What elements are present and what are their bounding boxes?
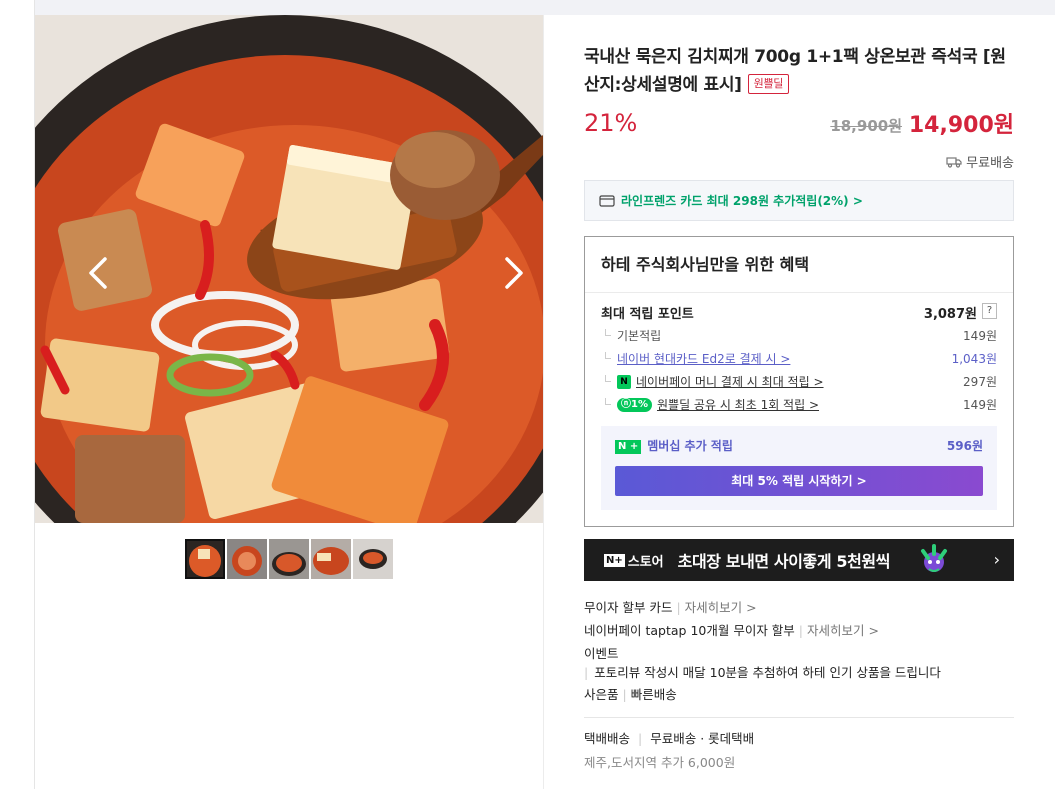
product-info: 국내산 묵은지 김치찌개 700g 1+1팩 상온보관 즉석국 [원산지:상세설… (584, 15, 1014, 770)
points-row-hyundai-card[interactable]: 네이버 현대카드 Ed2로 결제 시 > 1,043원 (605, 350, 997, 368)
max-points-label: 최대 적립 포인트 (601, 307, 694, 322)
tree-branch-icon (605, 375, 611, 382)
tree-branch-icon (605, 352, 611, 359)
points-help-button[interactable]: ? (982, 303, 997, 319)
mascot-icon (921, 544, 947, 572)
gift-label: 사은품 (584, 687, 619, 702)
separator: | (676, 600, 681, 615)
truck-icon (946, 156, 962, 168)
event-text-row: | 포토리뷰 작성시 매달 10분을 추첨하여 하테 인기 상품을 드립니다 (584, 663, 1014, 683)
separator: | (584, 665, 589, 680)
max-points-row: 최대 적립 포인트 3,087원 ? (601, 303, 997, 323)
points-row-share[interactable]: ⓝ1% 원쁠딜 공유 시 최초 1회 적립 > 149원 (605, 396, 997, 414)
chevron-right-icon: › (993, 550, 1000, 569)
free-shipping: 무료배송 (946, 152, 1014, 171)
points-row-basic: 기본적립 149원 (605, 327, 997, 345)
thumbnail-3[interactable] (269, 539, 309, 579)
chevron-left-icon (89, 257, 107, 289)
taptap-label: 네이버페이 taptap 10개월 무이자 할부 (584, 623, 795, 638)
installment-more-link[interactable]: 자세히보기 > (685, 600, 757, 615)
points-row-value: 1,043원 (951, 352, 997, 366)
naver-plus-icon: N + (615, 440, 642, 454)
taptap-more-link[interactable]: 자세히보기 > (807, 623, 879, 638)
sale-price: 14,900원 (908, 113, 1014, 138)
membership-panel: N + 멤버십 추가 적립 596원 최대 5% 적립 시작하기 > (601, 426, 997, 510)
delivery-text: 무료배송 · 롯데택배 (650, 731, 755, 746)
card-promo-link[interactable]: 라인프렌즈 카드 최대 298원 추가적립(2%) > (584, 180, 1014, 221)
delivery-label: 택배배송 (584, 731, 631, 746)
product-title-text: 국내산 묵은지 김치찌개 700g 1+1팩 상온보관 즉석국 [원산지:상세설… (584, 47, 1006, 95)
details-divider (584, 717, 1014, 718)
card-promo-text: 라인프렌즈 카드 최대 298원 추가적립(2%) > (621, 194, 863, 208)
benefit-box: 하테 주식회사님만을 위한 혜택 최대 적립 포인트 3,087원 ? 기본적립… (584, 236, 1014, 527)
installment-row: 무이자 할부 카드 | 자세히보기 > (584, 596, 1014, 619)
event-text: 포토리뷰 작성시 매달 10분을 추첨하여 하테 인기 상품을 드립니다 (594, 665, 941, 680)
separator: | (622, 687, 627, 702)
event-label: 이벤트 (584, 646, 619, 661)
discount-rate: 21% (584, 109, 638, 137)
naver-plus-store-icon: N+ (604, 553, 625, 567)
thumbnail-2[interactable] (227, 539, 267, 579)
chevron-right-icon (505, 257, 523, 289)
membership-label: 멤버십 추가 적립 (647, 439, 733, 453)
membership-start-button[interactable]: 최대 5% 적립 시작하기 > (615, 466, 983, 496)
installment-label: 무이자 할부 카드 (584, 600, 673, 615)
points-row-npay-money[interactable]: N 네이버페이 머니 결제 시 최대 적립 > 297원 (605, 373, 997, 391)
thumbnail-5[interactable] (353, 539, 393, 579)
product-page: 국내산 묵은지 김치찌개 700g 1+1팩 상온보관 즉석국 [원산지:상세설… (0, 0, 1055, 789)
main-product-image (35, 15, 543, 523)
credit-card-icon (599, 194, 615, 207)
thumbnail-1[interactable] (185, 539, 225, 579)
next-image-button[interactable] (497, 253, 529, 293)
separator: | (798, 623, 804, 638)
original-price: 18,900원 (830, 117, 902, 135)
center-divider (543, 15, 544, 789)
points-row-label[interactable]: 네이버 현대카드 Ed2로 결제 시 > (617, 350, 790, 367)
delivery-row: 택배배송 | 무료배송 · 롯데택배 (584, 728, 754, 747)
separator: | (638, 731, 643, 746)
npay-icon: N (617, 374, 631, 389)
points-row-value: 149원 (963, 329, 997, 343)
price-row: 21% 18,900원 14,900원 (584, 107, 1014, 151)
store-invite-banner[interactable]: N+ 스토어 초대장 보내면 사이좋게 5천원씩 › (584, 539, 1014, 581)
store-logo: N+ 스토어 (604, 551, 664, 570)
gift-row: 사은품 | 빠른배송 (584, 683, 1014, 706)
points-row-value: 149원 (963, 398, 997, 412)
gift-text: 빠른배송 (630, 687, 677, 702)
store-label: 스토어 (627, 554, 664, 570)
benefit-title: 하테 주식회사님만을 위한 혜택 (601, 255, 810, 274)
top-strip (35, 0, 1055, 15)
deal-badge: 원쁠딜 (747, 74, 790, 94)
event-label-row: 이벤트 (584, 644, 1014, 663)
prev-image-button[interactable] (83, 253, 115, 293)
points-row-label[interactable]: 원쁠딜 공유 시 최초 1회 적립 > (657, 396, 819, 413)
free-shipping-label: 무료배송 (966, 156, 1014, 171)
thumbnail-4[interactable] (311, 539, 351, 579)
points-row-value: 297원 (963, 375, 997, 389)
benefit-divider (585, 292, 1013, 293)
tree-branch-icon (605, 329, 611, 336)
banner-message: 초대장 보내면 사이좋게 5천원씩 (677, 552, 891, 571)
product-title: 국내산 묵은지 김치찌개 700g 1+1팩 상온보관 즉석국 [원산지:상세설… (584, 43, 1014, 99)
one-percent-icon: ⓝ1% (617, 397, 652, 412)
max-points-value: 3,087원 (923, 307, 977, 322)
taptap-row: 네이버페이 taptap 10개월 무이자 할부 | 자세히보기 > (584, 619, 1014, 642)
thumbnail-strip (185, 539, 393, 579)
purchase-details: 무이자 할부 카드 | 자세히보기 > 네이버페이 taptap 10개월 무이자 … (584, 596, 1014, 706)
membership-value: 596원 (946, 439, 983, 453)
points-row-label[interactable]: 네이버페이 머니 결제 시 최대 적립 > (636, 373, 824, 390)
tree-branch-icon (605, 398, 611, 405)
delivery-extra: 제주,도서지역 추가 6,000원 (584, 755, 736, 770)
points-row-label: 기본적립 (617, 329, 662, 343)
membership-row: N + 멤버십 추가 적립 596원 (615, 437, 983, 455)
